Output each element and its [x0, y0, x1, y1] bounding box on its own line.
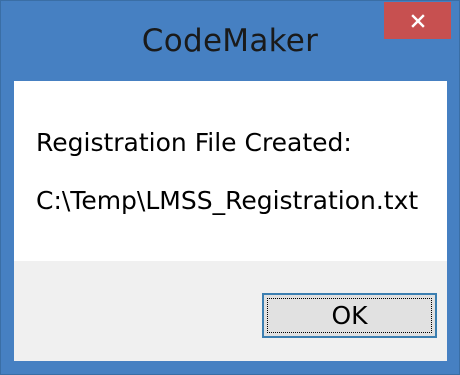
file-path-text: C:\Temp\LMSS_Registration.txt — [36, 186, 419, 215]
ok-button-label: OK — [331, 301, 368, 330]
title-bar[interactable]: CodeMaker — [1, 1, 459, 81]
ok-button[interactable]: OK — [262, 293, 437, 338]
message-area: Registration File Created: C:\Temp\LMSS_… — [14, 81, 447, 261]
close-icon — [410, 13, 425, 28]
dialog-window: CodeMaker Registration File Created: C:\… — [0, 0, 460, 375]
button-bar: OK — [14, 261, 447, 361]
close-button[interactable] — [384, 2, 451, 39]
message-heading: Registration File Created: — [36, 128, 352, 157]
dialog-client-area: Registration File Created: C:\Temp\LMSS_… — [14, 81, 447, 361]
